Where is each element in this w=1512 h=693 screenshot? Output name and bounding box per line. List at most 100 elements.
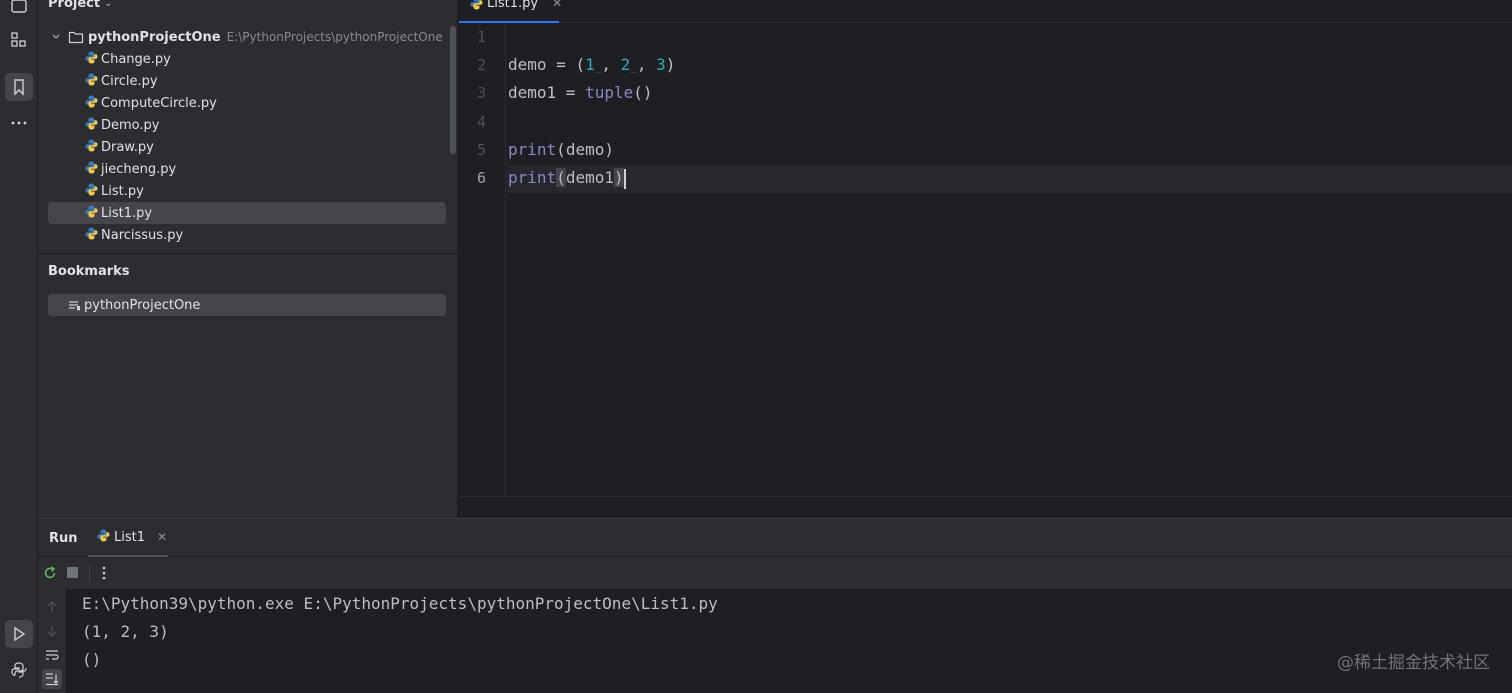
project-title-label: Project: [48, 0, 101, 11]
code-paren: ): [665, 55, 676, 74]
run-toolbar: [38, 557, 1512, 589]
file-row[interactable]: Narcissus.py: [48, 224, 446, 246]
file-name: List.py: [101, 183, 144, 199]
line-number: 4: [476, 113, 486, 131]
bookmark-icon: [14, 79, 24, 96]
code-separator: ,: [601, 55, 621, 74]
toolbar-separator: [89, 564, 90, 582]
run-tab-list1[interactable]: List1 ✕: [88, 519, 168, 557]
arrow-up-icon[interactable]: [44, 599, 60, 615]
file-row[interactable]: ComputeCircle.py: [48, 92, 446, 114]
tab-list1-py[interactable]: List1.py ✕: [459, 0, 562, 23]
python-console-button[interactable]: [5, 656, 33, 684]
tree-scrollbar[interactable]: [450, 26, 456, 154]
file-row[interactable]: List.py: [48, 180, 446, 202]
structure-tool-button[interactable]: [5, 26, 33, 54]
code-editor[interactable]: List1.py ✕ 1 2 3 4 5 6 demo = (1_, 2_, 3…: [459, 0, 1512, 518]
arrow-down-icon[interactable]: [44, 623, 60, 639]
code-line-5[interactable]: print(demo): [508, 140, 614, 159]
code-paren-matched: (: [556, 168, 566, 187]
stop-icon[interactable]: [67, 567, 78, 578]
soft-wrap-icon[interactable]: [44, 647, 60, 663]
code-builtin: print: [508, 140, 557, 159]
code-number: 1: [585, 55, 595, 74]
file-row[interactable]: Demo.py: [48, 114, 446, 136]
file-name: List1.py: [101, 205, 153, 221]
editor-tab-bar: List1.py ✕: [459, 0, 1512, 23]
python-file-icon: [85, 117, 98, 134]
file-row-selected[interactable]: List1.py: [48, 202, 446, 224]
line-number: 2: [476, 56, 486, 74]
python-file-icon: [85, 95, 98, 112]
python-file-icon: [85, 51, 98, 68]
folder-icon: [11, 0, 27, 13]
current-line-highlight: [507, 165, 1512, 193]
file-row[interactable]: Circle.py: [48, 70, 446, 92]
project-panel-title[interactable]: Project ⌄: [48, 0, 112, 11]
line-number: 1: [476, 28, 486, 46]
line-number: 5: [476, 141, 486, 159]
code-line-2[interactable]: demo = (1_, 2_, 3): [508, 55, 675, 74]
project-tool-button[interactable]: [5, 0, 33, 20]
code-builtin: tuple: [585, 83, 634, 102]
run-tool-button[interactable]: [5, 620, 33, 648]
python-file-icon: [85, 183, 98, 200]
python-file-icon: [85, 73, 98, 90]
file-name: Narcissus.py: [101, 227, 184, 243]
project-panel: Project ⌄ pythonProjectOne E:\PythonProj…: [38, 0, 458, 518]
text-caret: [623, 168, 626, 189]
python-file-icon: [85, 161, 98, 178]
close-icon[interactable]: ✕: [157, 530, 167, 544]
close-icon[interactable]: ✕: [552, 0, 562, 10]
editor-bottom-bar: [459, 496, 1512, 518]
code-variable: demo1: [565, 168, 614, 187]
code-number: 3: [656, 55, 666, 74]
scroll-to-end-icon[interactable]: [42, 669, 62, 689]
code-paren: (: [575, 55, 586, 74]
code-variable: demo1: [508, 83, 557, 102]
code-operator: =: [546, 55, 576, 74]
run-side-toolbar: [38, 589, 66, 693]
more-tools-button[interactable]: [5, 109, 33, 137]
chevron-down-icon: ⌄: [104, 0, 113, 9]
line-number-gutter: 1 2 3 4 5 6: [459, 23, 506, 496]
bookmark-name: pythonProjectOne: [84, 297, 201, 313]
code-variable: demo: [565, 140, 605, 159]
more-vertical-icon[interactable]: [96, 564, 112, 586]
bookmarks-tool-button[interactable]: [5, 73, 33, 101]
tool-window-strip: [0, 0, 38, 693]
panel-divider[interactable]: [38, 253, 458, 254]
run-tab-label: List1: [114, 529, 145, 545]
code-operator: =: [556, 83, 586, 102]
python-file-icon: [85, 205, 98, 222]
code-separator: ,: [636, 55, 657, 74]
file-row[interactable]: jiecheng.py: [48, 158, 446, 180]
run-panel-title: Run: [49, 531, 78, 546]
bookmark-list-icon: [69, 300, 80, 311]
code-paren: (: [556, 140, 566, 159]
file-name: Demo.py: [101, 117, 160, 133]
code-builtin: print: [508, 168, 557, 187]
rerun-icon[interactable]: [42, 565, 58, 585]
structure-icon: [11, 32, 26, 47]
file-name: ComputeCircle.py: [101, 95, 217, 111]
more-icon: [11, 121, 27, 125]
run-icon: [14, 626, 26, 642]
bookmarks-title: Bookmarks: [48, 264, 130, 279]
python-file-icon: [97, 529, 110, 546]
run-panel: Run List1 ✕ E:\Python39\python.exe E:\Py…: [38, 518, 1512, 693]
code-line-3[interactable]: demo1 = tuple(): [508, 83, 653, 102]
file-row[interactable]: Change.py: [48, 48, 446, 70]
root-folder-path: E:\PythonProjects\pythonProjectOne: [226, 30, 443, 44]
line-number-current: 6: [476, 169, 486, 187]
bookmark-item[interactable]: pythonProjectOne: [48, 294, 446, 316]
folder-icon: [68, 31, 84, 44]
watermark: @稀土掘金技术社区: [1337, 653, 1490, 673]
code-number: 2: [620, 55, 631, 74]
file-row[interactable]: Draw.py: [48, 136, 446, 158]
inlay-hint: _: [630, 60, 637, 73]
code-paren-matched: ): [613, 168, 624, 187]
code-line-6[interactable]: print(demo1): [508, 168, 626, 189]
console-output-line: E:\Python39\python.exe E:\PythonProjects…: [82, 594, 718, 613]
tree-root-row[interactable]: pythonProjectOne E:\PythonProjects\pytho…: [48, 26, 446, 48]
